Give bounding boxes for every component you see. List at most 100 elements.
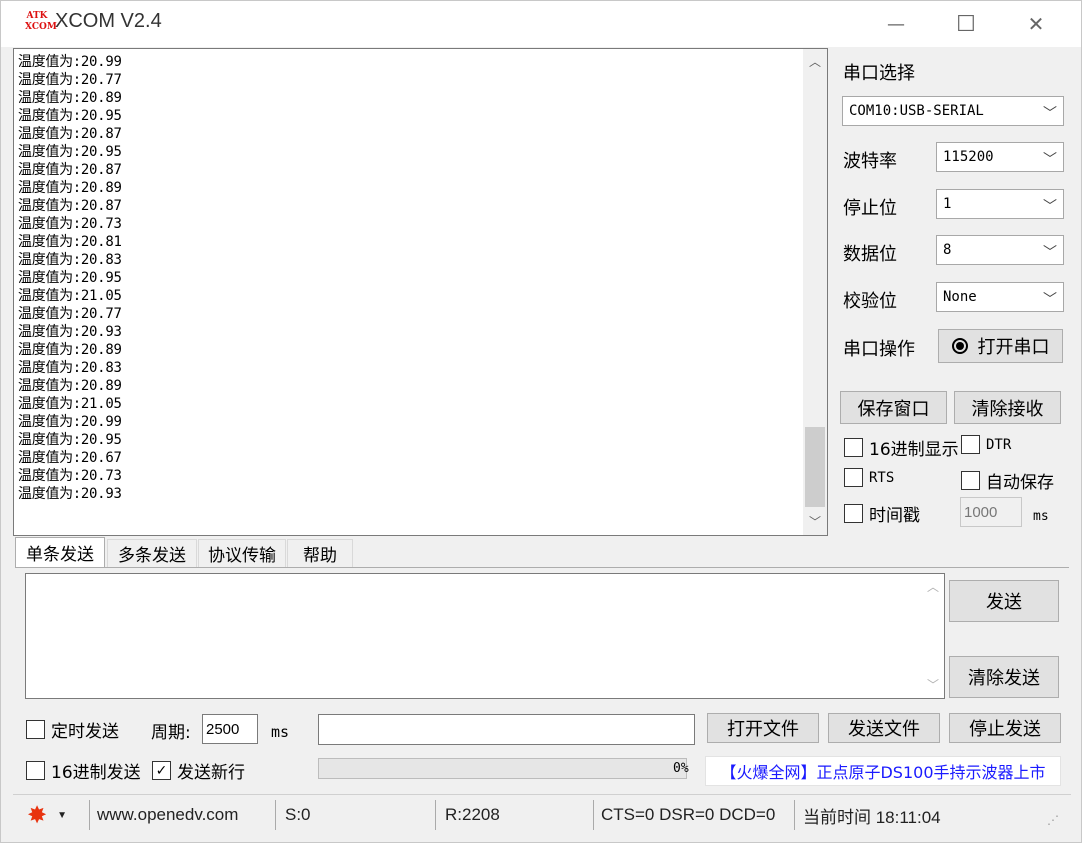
gear-icon: ✸: [27, 801, 48, 829]
timestamp-interval-input[interactable]: 1000: [960, 497, 1022, 527]
tab-divider: [15, 567, 1069, 568]
clear-send-button[interactable]: 清除发送: [949, 656, 1059, 698]
title-bar: ATK XCOM XCOM V2.4 — ☐ ✕: [1, 1, 1081, 47]
ad-banner-link[interactable]: 【火爆全网】正点原子DS100手持示波器上市: [705, 756, 1061, 786]
file-path-input[interactable]: [318, 714, 695, 745]
receive-log: 温度值为:20.99 温度值为:20.77 温度值为:20.89 温度值为:20.95…: [18, 53, 798, 503]
receive-line: 温度值为:20.81: [18, 234, 122, 250]
checkbox-box[interactable]: [961, 435, 980, 454]
checkbox-box[interactable]: [844, 438, 863, 457]
status-bar: ✸ ▼ www.openedv.com S:0 R:2208 CTS=0 DSR…: [13, 794, 1071, 834]
scroll-down-icon[interactable]: ﹀: [803, 511, 827, 531]
scroll-down-icon[interactable]: ﹀: [922, 674, 944, 694]
close-button[interactable]: ✕: [1001, 1, 1071, 47]
receive-line: 温度值为:20.87: [18, 126, 122, 142]
maximize-button[interactable]: ☐: [931, 1, 1001, 47]
scroll-up-icon[interactable]: ︿: [803, 51, 827, 71]
data-bits-select[interactable]: 8 ﹀: [936, 235, 1064, 265]
tab-single-send[interactable]: 单条发送: [15, 537, 105, 567]
port-select-label: 串口选择: [843, 63, 915, 84]
receive-line: 温度值为:20.73: [18, 468, 122, 484]
chevron-down-icon: ﹀: [1043, 152, 1057, 168]
stop-send-button[interactable]: 停止发送: [949, 713, 1061, 743]
parity-select[interactable]: None ﹀: [936, 282, 1064, 312]
receive-line: 温度值为:20.95: [18, 432, 122, 448]
chevron-down-icon: ﹀: [1043, 199, 1057, 215]
receive-line: 温度值为:20.95: [18, 270, 122, 286]
receive-line: 温度值为:20.83: [18, 252, 122, 268]
dtr-checkbox[interactable]: DTR: [961, 435, 1011, 454]
hex-send-checkbox[interactable]: 16进制发送: [26, 758, 141, 783]
period-label: 周期:: [151, 723, 191, 743]
receive-line: 温度值为:20.87: [18, 162, 122, 178]
send-scrollbar[interactable]: ︿ ﹀: [922, 574, 944, 698]
window-title: XCOM V2.4: [55, 10, 162, 32]
port-op-label: 串口操作: [843, 339, 915, 360]
receive-line: 温度值为:20.95: [18, 108, 122, 124]
settings-gear-button[interactable]: ✸ ▼: [27, 795, 67, 835]
receive-line: 温度值为:20.67: [18, 450, 122, 466]
receive-line: 温度值为:20.93: [18, 486, 122, 502]
checkbox-box[interactable]: [844, 468, 863, 487]
received-count: R:2208: [445, 805, 500, 824]
scroll-up-icon[interactable]: ︿: [922, 576, 944, 596]
newline-send-checkbox[interactable]: ✓ 发送新行: [152, 758, 245, 783]
parity-label: 校验位: [843, 291, 897, 312]
tab-multi-send[interactable]: 多条发送: [107, 539, 197, 567]
stop-bits-label: 停止位: [843, 198, 897, 219]
send-file-button[interactable]: 发送文件: [828, 713, 940, 743]
stop-bits-select[interactable]: 1 ﹀: [936, 189, 1064, 219]
checkbox-box[interactable]: [26, 720, 45, 739]
checkbox-box[interactable]: [961, 471, 980, 490]
rts-checkbox[interactable]: RTS: [844, 468, 894, 487]
timed-send-checkbox[interactable]: 定时发送: [26, 717, 119, 742]
checkbox-box[interactable]: [844, 504, 863, 523]
send-button[interactable]: 发送: [949, 580, 1059, 622]
receive-line: 温度值为:20.89: [18, 90, 122, 106]
baud-label: 波特率: [843, 151, 897, 172]
maximize-icon: ☐: [956, 11, 976, 37]
receive-line: 温度值为:20.89: [18, 378, 122, 394]
hex-display-checkbox[interactable]: 16进制显示: [844, 435, 959, 460]
tab-protocol[interactable]: 协议传输: [198, 539, 286, 567]
receive-line: 温度值为:20.77: [18, 306, 122, 322]
chevron-down-icon: ﹀: [1043, 292, 1057, 308]
receive-line: 温度值为:21.05: [18, 288, 122, 304]
receive-line: 温度值为:20.89: [18, 342, 122, 358]
receive-line: 温度值为:20.89: [18, 180, 122, 196]
baud-select[interactable]: 115200 ﹀: [936, 142, 1064, 172]
data-bits-label: 数据位: [843, 244, 897, 265]
receive-line: 温度值为:20.99: [18, 54, 122, 70]
minimize-button[interactable]: —: [861, 1, 931, 47]
close-icon: ✕: [1027, 12, 1045, 36]
clear-receive-button[interactable]: 清除接收: [954, 391, 1061, 424]
send-textarea[interactable]: ︿ ﹀: [25, 573, 945, 699]
xcom-window: ATK XCOM XCOM V2.4 — ☐ ✕ 温度值为:20.99 温度值为:…: [0, 0, 1082, 843]
progress-percent: 0%: [673, 761, 689, 776]
receive-scroll-thumb[interactable]: [805, 427, 825, 507]
receive-line: 温度值为:21.05: [18, 396, 122, 412]
receive-line: 温度值为:20.93: [18, 324, 122, 340]
current-time: 当前时间 18:11:04: [803, 807, 941, 827]
receive-line: 温度值为:20.73: [18, 216, 122, 232]
port-select[interactable]: COM10:USB-SERIAL ﹀: [842, 96, 1064, 126]
resize-grip-icon[interactable]: ⋰: [1047, 813, 1059, 827]
chevron-down-icon: ﹀: [1043, 245, 1057, 261]
timestamp-checkbox[interactable]: 时间戳: [844, 501, 920, 526]
auto-save-checkbox[interactable]: 自动保存: [961, 468, 1054, 493]
open-file-button[interactable]: 打开文件: [707, 713, 819, 743]
save-window-button[interactable]: 保存窗口: [840, 391, 947, 424]
modem-lines-status: CTS=0 DSR=0 DCD=0: [601, 805, 776, 824]
period-input[interactable]: 2500: [202, 714, 258, 744]
checkbox-box[interactable]: [26, 761, 45, 780]
receive-textarea[interactable]: 温度值为:20.99 温度值为:20.77 温度值为:20.89 温度值为:20.95…: [13, 48, 828, 536]
chevron-down-icon: ﹀: [1043, 106, 1057, 122]
open-port-button[interactable]: 打开串口: [938, 329, 1063, 363]
checkbox-checked-icon[interactable]: ✓: [152, 761, 171, 780]
sent-count: S:0: [285, 805, 311, 824]
receive-line: 温度值为:20.87: [18, 198, 122, 214]
receive-scrollbar[interactable]: ︿ ﹀: [803, 49, 827, 535]
minimize-icon: —: [887, 13, 905, 35]
tab-help[interactable]: 帮助: [287, 539, 353, 567]
website-link[interactable]: www.openedv.com: [91, 795, 238, 835]
